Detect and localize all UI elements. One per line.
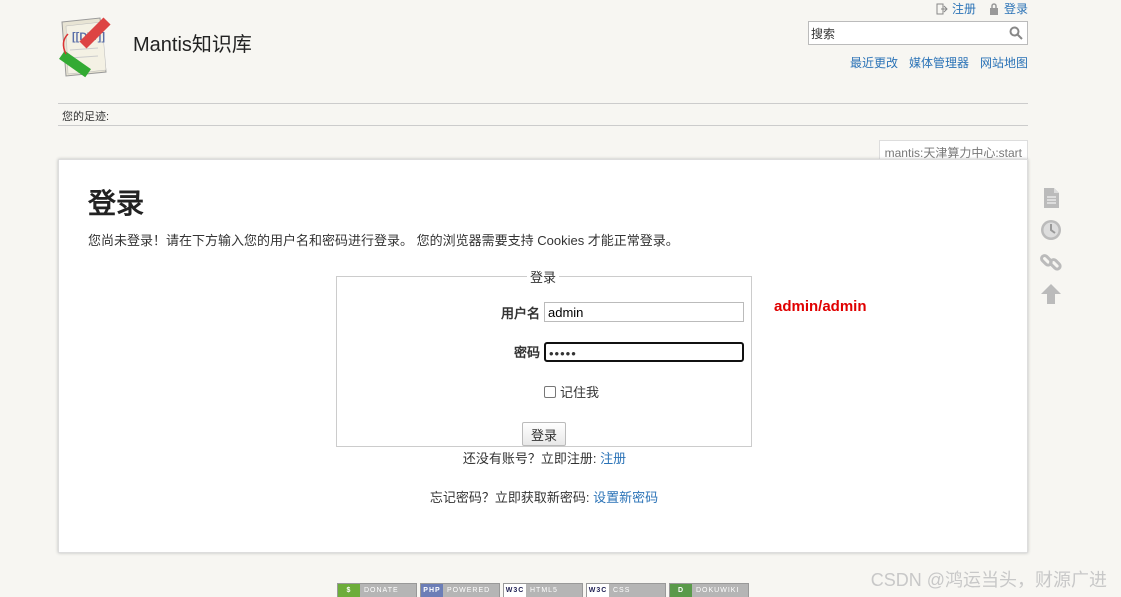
password-label: 密码: [513, 345, 540, 360]
page-content: 登录 您尚未登录！请在下方输入您的用户名和密码进行登录。 您的浏览器需要支持 C…: [58, 159, 1028, 553]
dokuwiki-badge[interactable]: D DOKUWIKI: [669, 583, 749, 597]
php-badge-icon: PHP: [421, 584, 443, 597]
site-title[interactable]: Mantis知识库: [133, 28, 252, 57]
history-icon[interactable]: [1039, 218, 1063, 242]
username-label: 用户名: [500, 306, 540, 321]
media-manager-link[interactable]: 媒体管理器: [909, 54, 969, 71]
register-icon: [936, 3, 948, 15]
remember-me[interactable]: 记住我: [544, 382, 599, 401]
login-legend: 登录: [530, 270, 557, 285]
html5-badge-icon: W3C: [504, 584, 526, 597]
dokuwiki-badge-icon: D: [670, 584, 692, 597]
search-icon[interactable]: [1009, 26, 1023, 40]
lock-icon: [988, 2, 1000, 15]
dokuwiki-badge-label: DOKUWIKI: [692, 584, 748, 597]
remember-checkbox[interactable]: [544, 385, 556, 398]
register-prompt-link[interactable]: 注册: [600, 451, 626, 466]
register-prompt: 还没有账号？立即注册: 注册: [59, 448, 1029, 467]
html5-badge[interactable]: W3C HTML5: [503, 583, 583, 597]
forgot-prompt-text: 忘记密码？立即获取新密码:: [429, 490, 594, 505]
password-input[interactable]: •••••: [544, 342, 744, 362]
login-link[interactable]: 登录: [988, 0, 1028, 17]
donate-badge[interactable]: $ DONATE: [337, 583, 417, 597]
user-tools: 注册 登录: [936, 0, 1028, 17]
page-id: mantis:天津算力中心:start: [878, 140, 1028, 160]
forgot-prompt: 忘记密码？立即获取新密码: 设置新密码: [59, 487, 1029, 506]
login-submit-button[interactable]: 登录: [522, 422, 566, 446]
css-badge[interactable]: W3C CSS: [586, 583, 666, 597]
page-icon[interactable]: [1039, 186, 1063, 210]
dokuwiki-logo[interactable]: [[DW]]: [56, 14, 124, 82]
search-input[interactable]: [809, 22, 999, 44]
remember-label: 记住我: [560, 385, 600, 400]
recent-changes-link[interactable]: 最近更改: [850, 54, 898, 71]
donate-badge-icon: $: [338, 584, 360, 597]
php-badge-label: POWERED: [443, 584, 499, 597]
css-badge-label: CSS: [609, 584, 665, 597]
php-badge[interactable]: PHP POWERED: [420, 583, 500, 597]
login-form: 登录 用户名 密码 ••••• 记住我 登录: [336, 267, 752, 447]
backlinks-icon[interactable]: [1039, 250, 1063, 274]
register-label: 注册: [951, 2, 976, 16]
breadcrumb: 您的足迹:: [58, 103, 1028, 126]
register-prompt-text: 还没有账号？立即注册:: [462, 451, 601, 466]
page-title: 登录: [88, 188, 145, 219]
donate-badge-label: DONATE: [360, 584, 416, 597]
username-input[interactable]: [544, 302, 744, 322]
credentials-hint: admin/admin: [774, 298, 867, 315]
watermark: CSDN @鸿运当头，财源广进: [870, 570, 1107, 590]
sitemap-link[interactable]: 网站地图: [980, 54, 1028, 71]
site-tools: 最近更改 媒体管理器 网站地图: [850, 54, 1028, 71]
login-label: 登录: [1003, 2, 1028, 16]
search-box: [808, 21, 1028, 45]
register-link[interactable]: 注册: [936, 0, 976, 17]
login-intro: 您尚未登录！请在下方输入您的用户名和密码进行登录。 您的浏览器需要支持 Cook…: [88, 233, 679, 248]
css-badge-icon: W3C: [587, 584, 609, 597]
footer-badges: $ DONATE PHP POWERED W3C HTML5 W3C CSS D…: [337, 583, 749, 597]
page-tools: [1039, 186, 1063, 314]
forgot-password-link[interactable]: 设置新密码: [593, 490, 658, 505]
back-to-top-icon[interactable]: [1039, 282, 1063, 306]
html5-badge-label: HTML5: [526, 584, 582, 597]
